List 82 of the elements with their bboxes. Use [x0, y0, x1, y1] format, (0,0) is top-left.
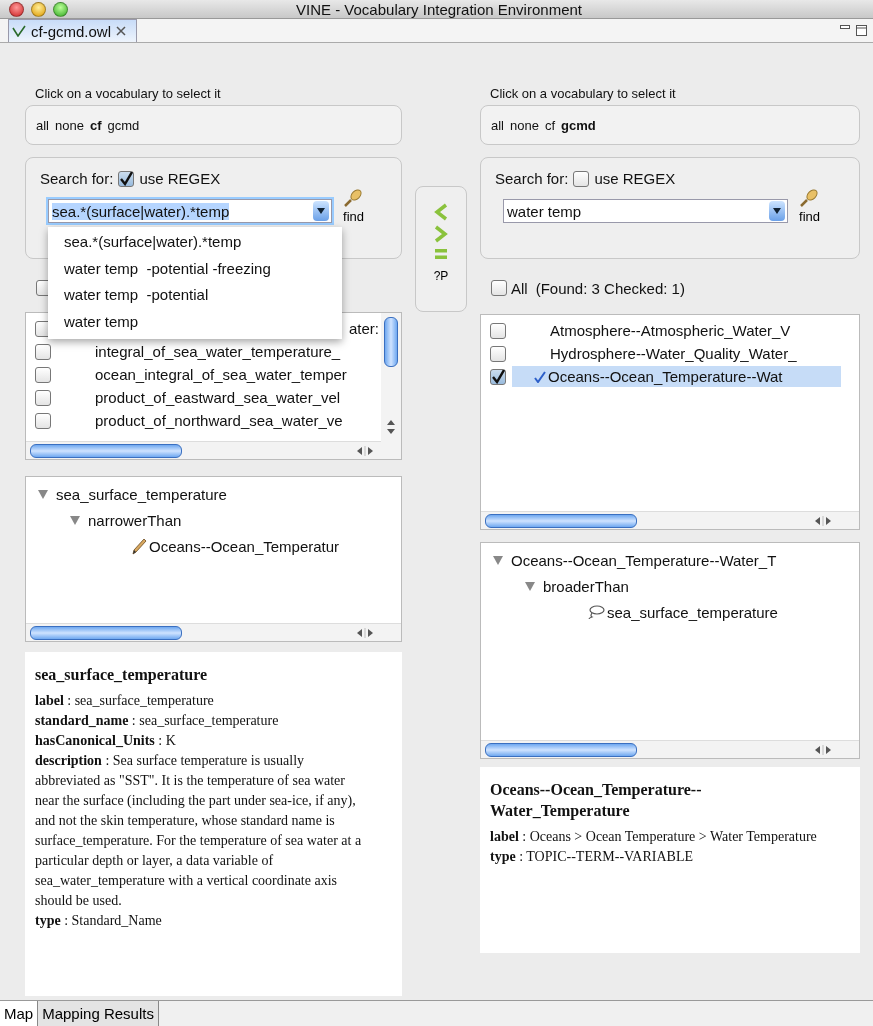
horizontal-scrollbar[interactable]: [26, 441, 401, 459]
minimize-button[interactable]: [31, 1, 46, 17]
vocabulary-link[interactable]: none: [510, 117, 539, 133]
result-item[interactable]: integral_of_sea_water_temperature_: [57, 341, 379, 362]
regex-checkbox[interactable]: [118, 170, 135, 187]
close-button[interactable]: [9, 1, 24, 17]
search-label: Search for:: [40, 170, 114, 187]
search-combo-box[interactable]: water temp: [503, 199, 788, 223]
vocabulary-link[interactable]: cf: [89, 117, 102, 133]
dropdown-item[interactable]: water temp -potential: [48, 282, 342, 309]
tree-node[interactable]: sea_surface_temperature: [607, 603, 778, 621]
search-combo-box[interactable]: sea.*(surface|water).*temp: [48, 199, 332, 223]
horizontal-scrollbar[interactable]: [26, 623, 401, 641]
checkbox-label: All: [511, 279, 528, 297]
editor-tab[interactable]: cf-gcmd.owl: [8, 19, 138, 42]
result-item[interactable]: Oceans--Ocean_Temperature--Wat: [512, 366, 841, 387]
property-text: description : Sea surface temperature is usually abbreviated as "SST". It is the temperature of sea water near the surface (including the part under sea-ice, if any), and not the skin temperature, whose standard name is surface_temperature. For the temperature of sea water at a particular depth or layer, a data variable of sea_water_temperature with a vertical coordinate axis should be used.: [35, 752, 362, 910]
window-title: VINE - Vocabulary Integration Environment: [295, 0, 583, 18]
checkbox-label: use REGEX: [139, 170, 221, 187]
checkmark-icon: [534, 370, 546, 383]
all-checkbox[interactable]: [491, 280, 507, 296]
tree-node[interactable]: sea_surface_temperature: [56, 485, 227, 503]
result-checkbox[interactable]: [490, 345, 506, 362]
vocabulary-prompt: Click on a vocabulary to select it: [34, 85, 222, 103]
property-text: standard_name : sea_surface_temperature: [35, 712, 280, 730]
vocabulary-link[interactable]: none: [55, 117, 84, 133]
result-checkbox[interactable]: [35, 412, 51, 429]
result-item[interactable]: product_of_northward_sea_water_ve: [57, 410, 379, 431]
view-tab[interactable]: Mapping Results: [38, 1001, 159, 1026]
expand-triangle-icon[interactable]: [38, 489, 48, 499]
result-checkbox[interactable]: [490, 322, 506, 339]
result-item[interactable]: Atmosphere--Atmospheric_Water_V: [512, 320, 841, 341]
vocabulary-link[interactable]: all: [36, 117, 49, 133]
result-checkbox[interactable]: [35, 389, 51, 406]
pencil-icon: [131, 537, 147, 555]
result-count: (Found: 3 Checked: 1): [535, 279, 685, 297]
zoom-button[interactable]: [53, 1, 68, 17]
vocabulary-link[interactable]: gcmd: [107, 117, 140, 133]
property-text: type : TOPIC--TERM--VARIABLE: [490, 848, 694, 866]
vertical-scrollbar[interactable]: [381, 313, 401, 442]
tree-node[interactable]: Oceans--Ocean_Temperatur: [149, 537, 340, 555]
checkbox-label: use REGEX: [594, 170, 676, 187]
property-text: label : Oceans > Ocean Temperature > Water Temperature: [490, 828, 818, 846]
vocabulary-link[interactable]: cf: [544, 117, 556, 133]
result-item[interactable]: product_of_eastward_sea_water_vel: [57, 387, 379, 408]
lasso-icon: [587, 604, 605, 620]
expand-triangle-icon[interactable]: [70, 515, 80, 525]
result-item[interactable]: Hydrosphere--Water_Quality_Water_: [512, 343, 841, 364]
result-checkbox[interactable]: [490, 368, 506, 385]
view-tab[interactable]: Map: [0, 1001, 39, 1026]
tree-node[interactable]: broaderThan: [543, 577, 629, 595]
result-checkbox[interactable]: [35, 343, 51, 360]
tree-node[interactable]: narrowerThan: [88, 511, 182, 529]
vocabulary-prompt: Click on a vocabulary to select it: [489, 85, 677, 103]
find-button[interactable]: find: [342, 187, 364, 224]
tab-label: cf-gcmd.owl: [31, 22, 112, 40]
tree-node[interactable]: Oceans--Ocean_Temperature--Water_T: [511, 551, 777, 569]
expand-triangle-icon[interactable]: [493, 555, 503, 565]
maximize-icon[interactable]: [856, 25, 867, 36]
property-text: type : Standard_Name: [35, 912, 163, 930]
dropdown-item[interactable]: water temp -potential -freezing: [48, 255, 342, 282]
scroll-arrows-icon[interactable]: [387, 418, 395, 436]
check-logo-icon: [12, 25, 26, 37]
vocabulary-link[interactable]: gcmd: [561, 117, 596, 133]
regex-checkbox[interactable]: [573, 170, 590, 187]
vocabulary-link[interactable]: all: [491, 117, 504, 133]
horizontal-scrollbar[interactable]: [481, 511, 859, 529]
find-button[interactable]: find: [798, 187, 820, 224]
dropdown-item[interactable]: sea.*(surface|water).*temp: [48, 229, 342, 256]
details-title: sea_surface_temperature: [35, 665, 209, 685]
details-title: Oceans--Ocean_Temperature--Water_Temperature: [490, 780, 703, 821]
property-text: hasCanonical_Units : K: [35, 732, 177, 750]
minimize-icon[interactable]: [840, 25, 850, 31]
property-text: label : sea_surface_temperature: [35, 692, 215, 710]
property-button[interactable]: ?P: [433, 269, 449, 283]
dropdown-item[interactable]: water temp: [48, 308, 342, 335]
search-label: Search for:: [495, 170, 569, 187]
expand-triangle-icon[interactable]: [525, 581, 535, 591]
result-checkbox[interactable]: [35, 366, 51, 383]
close-icon[interactable]: [116, 26, 127, 36]
result-item[interactable]: ocean_integral_of_sea_water_temper: [57, 364, 379, 385]
horizontal-scrollbar[interactable]: [481, 740, 859, 758]
